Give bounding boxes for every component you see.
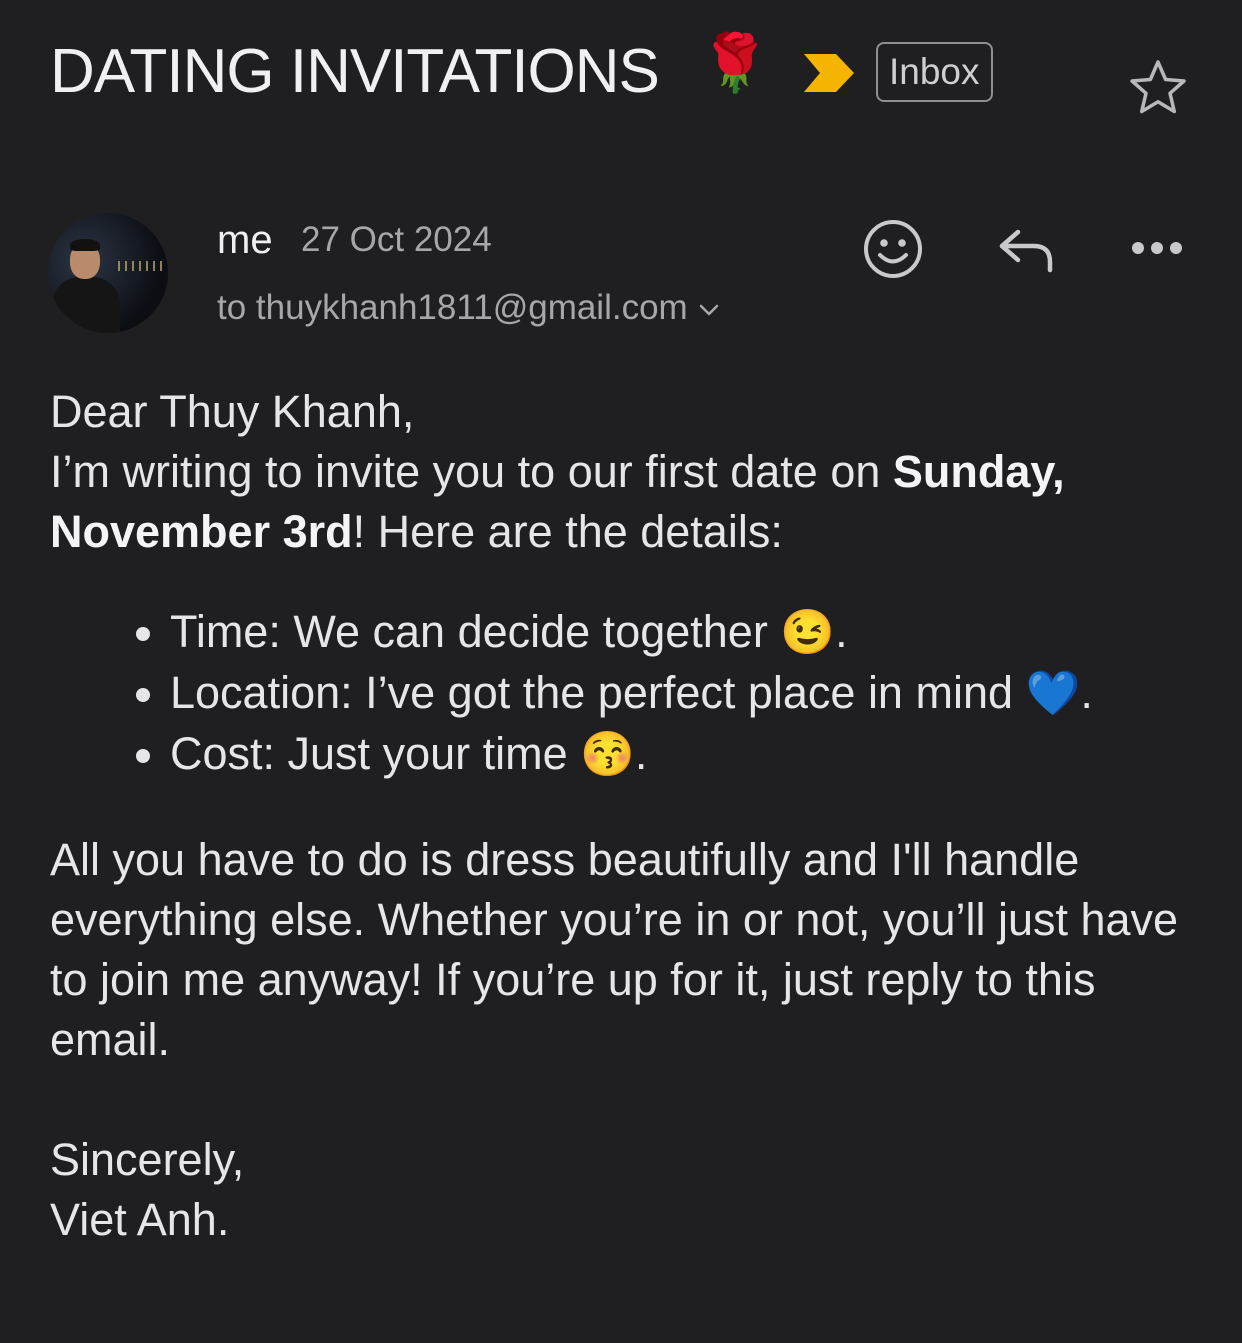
kissing-emoji: 😚 <box>580 730 635 779</box>
wink-emoji: 😉 <box>780 608 836 657</box>
important-marker-icon[interactable] <box>802 52 856 94</box>
signature: Viet Anh. <box>50 1194 230 1245</box>
email-subject: DATING INVITATIONS <box>50 37 660 106</box>
rose-emoji: 🌹 <box>700 31 770 96</box>
recipient-text: to thuykhanh1811@gmail.com <box>217 288 688 327</box>
greeting: Dear Thuy Khanh, <box>50 386 415 437</box>
detail-text: Location: I’ve got the perfect place in … <box>170 667 1026 718</box>
intro-text-end: ! Here are the details: <box>352 506 783 557</box>
emoji-reaction-icon[interactable] <box>862 218 924 280</box>
subject-row: DATING INVITATIONS 🌹 Inbox <box>50 30 1200 120</box>
message-date: 27 Oct 2024 <box>301 220 492 259</box>
detail-location: Location: I’ve got the perfect place in … <box>170 663 1210 724</box>
star-icon[interactable] <box>1128 58 1188 116</box>
detail-text: Cost: Just your time <box>170 728 581 779</box>
closing: Sincerely, <box>50 1134 245 1185</box>
more-options-icon[interactable] <box>1130 238 1184 258</box>
details-list: Time: We can decide together 😉. Location… <box>50 602 1210 785</box>
main-paragraph: All you have to do is dress beautifully … <box>50 834 1179 1065</box>
sender-name: me <box>217 218 273 262</box>
avatar-background-lights <box>118 261 164 271</box>
detail-period: . <box>835 606 848 657</box>
email-body: Dear Thuy Khanh, I’m writing to invite y… <box>50 382 1210 1250</box>
avatar-hair <box>70 239 100 251</box>
reply-icon[interactable] <box>996 224 1056 274</box>
detail-period: . <box>634 728 648 779</box>
detail-cost: Cost: Just your time 😚. <box>170 724 1210 785</box>
inbox-label-badge[interactable]: Inbox <box>876 42 993 102</box>
detail-time: Time: We can decide together 😉. <box>170 602 1210 663</box>
intro-text: I’m writing to invite you to our first d… <box>50 446 893 497</box>
chevron-down-icon <box>699 304 718 315</box>
intro-paragraph: I’m writing to invite you to our first d… <box>50 442 1210 562</box>
detail-period: . <box>1080 667 1093 718</box>
avatar-body <box>52 277 120 333</box>
blue-heart-emoji: 💙 <box>1025 669 1081 718</box>
sender-avatar[interactable] <box>48 213 168 333</box>
recipient-details-toggle[interactable]: to thuykhanh1811@gmail.com <box>217 288 720 328</box>
detail-text: Time: We can decide together <box>170 606 781 657</box>
